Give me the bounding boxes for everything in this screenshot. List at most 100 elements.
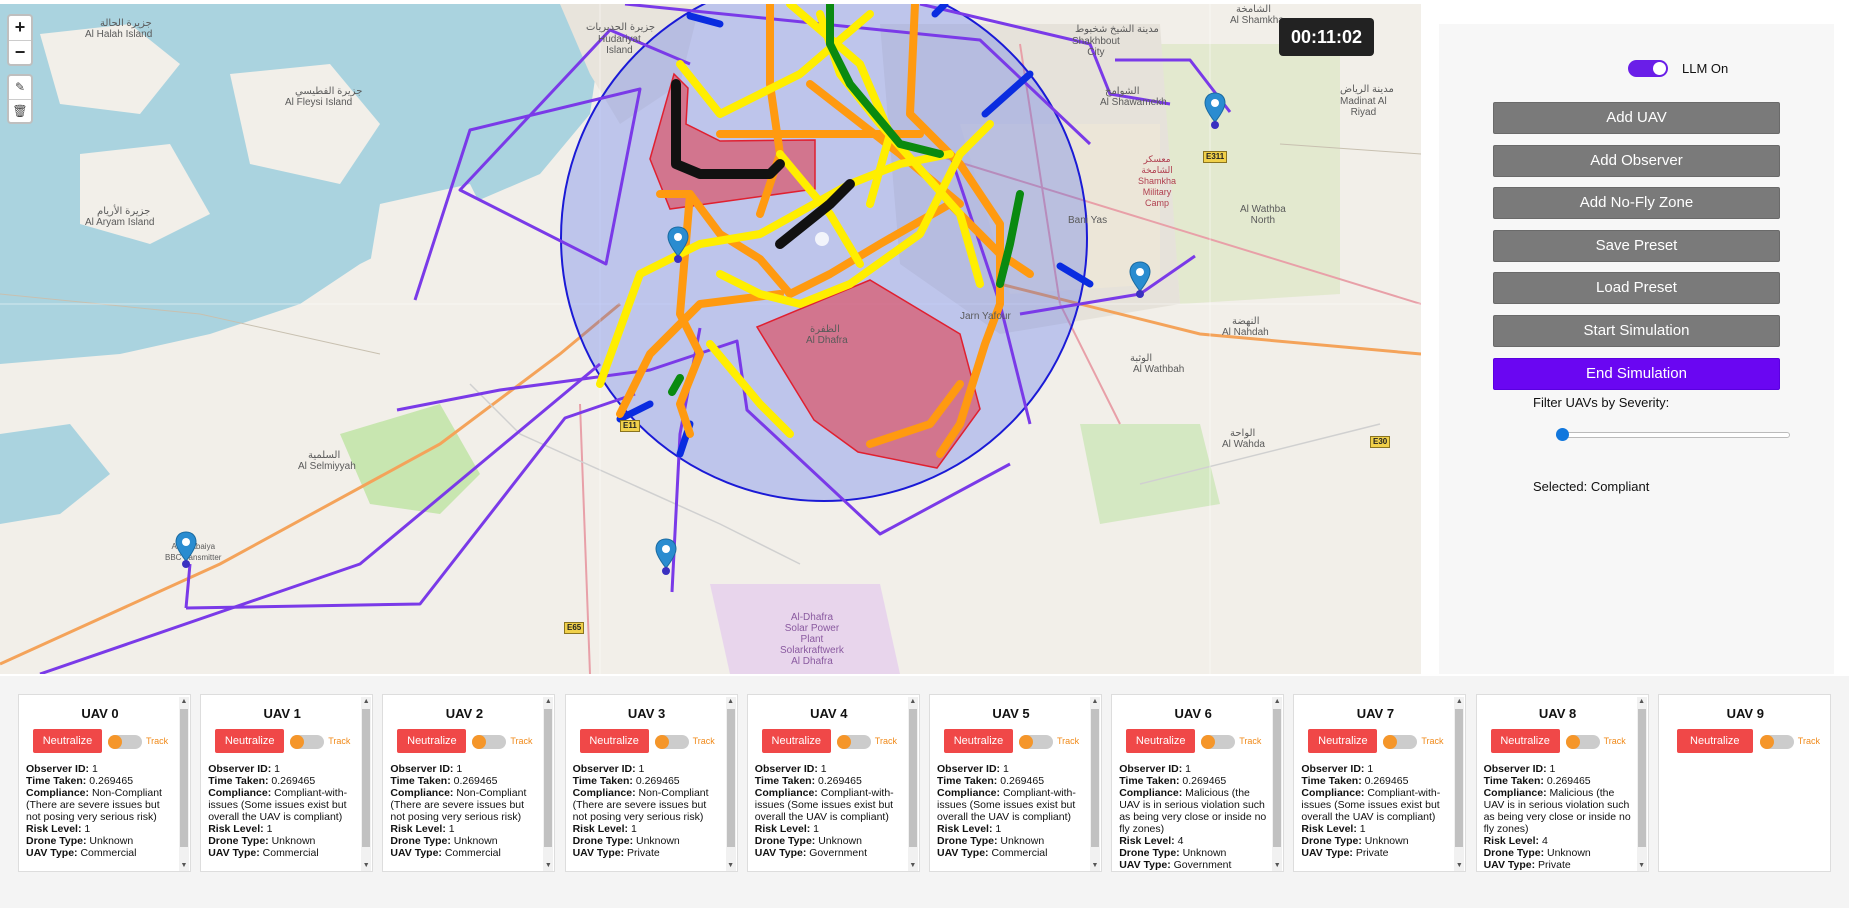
severity-slider[interactable] [1556,428,1790,441]
card-scrollbar[interactable]: ▲ ▼ [179,697,189,871]
scroll-down-icon[interactable]: ▼ [544,862,552,870]
field-label: Risk Level: [26,823,82,835]
time-taken-value: 0.269465 [1000,775,1045,787]
uav-card: UAV 4 Neutralize Track Observer ID: 1 Time T… [746,694,920,872]
selected-severity-label: Selected: Compliant [1533,479,1650,494]
uav-card-title: UAV 6 [1174,706,1212,721]
scrollbar-thumb[interactable] [1637,709,1646,847]
scrollbar-thumb[interactable] [1273,709,1282,847]
uav-card-title: UAV 4 [810,706,848,721]
add-no-fly-zone-button[interactable]: Add No-Fly Zone [1493,187,1780,219]
track-toggle[interactable] [1565,735,1600,749]
neutralize-button[interactable]: Neutralize [579,729,649,753]
track-label: Track [1057,736,1080,746]
uav-card-title: UAV 8 [1538,706,1577,721]
add-uav-button[interactable]: Add UAV [1493,102,1780,134]
neutralize-button[interactable]: Neutralize [1308,729,1378,753]
scroll-up-icon[interactable]: ▲ [180,698,188,706]
track-toggle[interactable] [1759,735,1794,749]
start-simulation-button[interactable]: Start Simulation [1493,315,1780,347]
scroll-down-icon[interactable]: ▼ [362,862,370,870]
card-scrollbar[interactable]: ▲ ▼ [543,697,554,871]
scrollbar-thumb[interactable] [544,709,553,847]
scroll-down-icon[interactable]: ▼ [1638,862,1646,870]
uav-type-value: Commercial [262,847,319,859]
card-scrollbar[interactable]: ▲ ▼ [1272,697,1283,871]
track-label: Track [1239,736,1262,746]
track-toggle[interactable] [472,735,507,749]
save-preset-button[interactable]: Save Preset [1493,230,1780,262]
neutralize-button[interactable]: Neutralize [761,729,831,753]
neutralize-button[interactable]: Neutralize [944,729,1013,753]
scrollbar-thumb[interactable] [180,709,188,847]
scrollbar-thumb[interactable] [1091,709,1099,847]
neutralize-button[interactable]: Neutralize [215,729,285,753]
scroll-up-icon[interactable]: ▲ [727,698,735,706]
scroll-down-icon[interactable]: ▼ [727,862,735,870]
load-preset-button[interactable]: Load Preset [1493,272,1780,304]
scroll-up-icon[interactable]: ▲ [1091,698,1099,706]
observer-marker-icon[interactable] [1204,92,1226,130]
edit-icon[interactable]: ✎ [9,76,31,99]
scroll-down-icon[interactable]: ▼ [1273,862,1281,870]
card-scrollbar[interactable]: ▲ ▼ [1090,697,1100,871]
neutralize-button[interactable]: Neutralize [33,729,102,753]
llm-toggle[interactable] [1628,60,1668,77]
field-label: Drone Type: [754,835,816,847]
card-scrollbar[interactable]: ▲ ▼ [1636,697,1647,871]
trash-icon[interactable]: 🗑 [9,99,31,122]
zoom-out-button[interactable]: − [9,40,31,64]
track-label: Track [1603,736,1626,746]
neutralize-button[interactable]: Neutralize [1676,729,1753,753]
map-view[interactable]: جزيرة الحالة Al Halah Island جزيرة الحدي… [0,4,1421,674]
scrollbar-thumb[interactable] [362,709,371,847]
scrollbar-thumb[interactable] [1455,709,1464,847]
field-label: UAV Type: [754,847,807,859]
end-simulation-button[interactable]: End Simulation [1493,358,1780,390]
uav-card-details: Observer ID: 1 Time Taken: 0.269465 Compli… [573,763,721,859]
slider-thumb[interactable] [1556,428,1569,441]
observer-id-value: 1 [1185,763,1191,775]
neutralize-button[interactable]: Neutralize [1126,729,1196,753]
card-scrollbar[interactable]: ▲ ▼ [361,697,372,871]
field-label: UAV Type: [208,847,260,859]
scrollbar-thumb[interactable] [908,709,917,847]
add-observer-button[interactable]: Add Observer [1493,145,1780,177]
track-toggle[interactable] [1019,735,1053,749]
scroll-up-icon[interactable]: ▲ [1455,698,1463,706]
scroll-down-icon[interactable]: ▼ [1091,862,1099,870]
scroll-up-icon[interactable]: ▲ [1273,698,1281,706]
card-scrollbar[interactable]: ▲ ▼ [907,697,918,871]
scrollbar-thumb[interactable] [726,709,735,847]
track-toggle[interactable] [1383,735,1418,749]
track-toggle[interactable] [836,735,871,749]
zoom-in-button[interactable]: + [9,16,31,40]
neutralize-button[interactable]: Neutralize [1490,729,1560,753]
uav-card-title: UAV 7 [1356,706,1395,721]
scroll-down-icon[interactable]: ▼ [180,862,188,870]
field-label: Time Taken: [937,775,998,787]
neutralize-button[interactable]: Neutralize [397,729,467,753]
track-toggle[interactable] [108,735,142,749]
field-label: Drone Type: [26,835,87,847]
card-scrollbar[interactable]: ▲ ▼ [1454,697,1465,871]
field-label: Observer ID: [1483,763,1547,775]
field-label: Observer ID: [937,763,1001,775]
drone-type-value: Unknown [1547,847,1591,859]
scroll-down-icon[interactable]: ▼ [909,862,917,870]
track-toggle[interactable] [654,735,689,749]
scroll-up-icon[interactable]: ▲ [1638,698,1646,706]
observer-marker-icon[interactable] [1129,261,1151,299]
observer-marker-icon[interactable] [175,531,197,569]
scroll-down-icon[interactable]: ▼ [1455,862,1463,870]
card-scrollbar[interactable]: ▲ ▼ [725,697,736,871]
uav-card: UAV 2 Neutralize Track Observer ID: 1 Time T… [382,694,556,872]
field-label: Compliance: [26,787,90,799]
track-toggle[interactable] [290,735,325,749]
scroll-up-icon[interactable]: ▲ [544,698,552,706]
track-toggle[interactable] [1201,735,1236,749]
observer-marker-icon[interactable] [667,226,689,264]
observer-marker-icon[interactable] [655,538,677,576]
scroll-up-icon[interactable]: ▲ [362,698,370,706]
scroll-up-icon[interactable]: ▲ [909,698,917,706]
